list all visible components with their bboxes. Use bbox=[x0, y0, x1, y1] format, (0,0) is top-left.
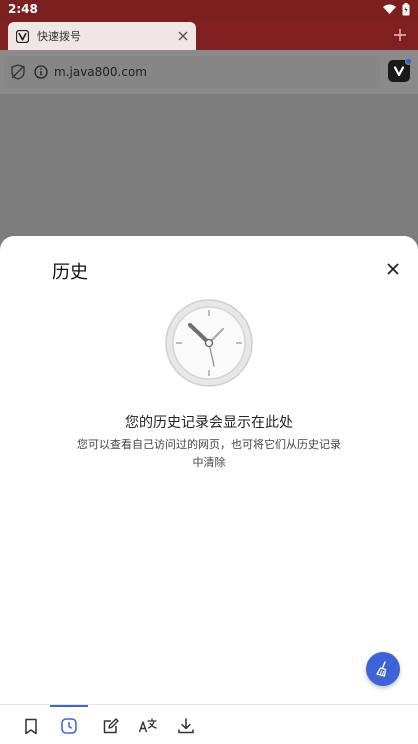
close-icon bbox=[387, 263, 399, 275]
translate-icon bbox=[138, 718, 157, 733]
clear-history-button[interactable] bbox=[366, 652, 400, 686]
empty-state-heading: 您的历史记录会显示在此处 bbox=[125, 415, 293, 431]
battery-icon bbox=[402, 3, 410, 16]
status-bar: 2:48 bbox=[0, 0, 418, 20]
panel-title: 历史 bbox=[52, 262, 88, 283]
vivaldi-logo-icon bbox=[16, 29, 29, 43]
new-tab-button[interactable] bbox=[390, 25, 410, 45]
wifi-icon bbox=[383, 4, 396, 14]
address-field[interactable]: m.java800.com bbox=[4, 56, 380, 88]
tab-strip: 快速拨号 bbox=[0, 20, 418, 50]
page-backdrop bbox=[0, 94, 418, 254]
plus-icon bbox=[394, 29, 406, 41]
status-time: 2:48 bbox=[8, 2, 38, 16]
tab-close-button[interactable] bbox=[172, 25, 194, 47]
history-panel: 历史 您的历史记录会显示在此处 您可以查看自己访问过的网页，也可将它们从历史记录… bbox=[0, 236, 418, 706]
empty-state-description: 您可以查看自己访问过的网页，也可将它们从历史记录中清除 bbox=[77, 438, 341, 469]
bookmark-icon bbox=[25, 718, 37, 734]
history-clock-illustration bbox=[164, 298, 254, 388]
vivaldi-menu-button[interactable] bbox=[388, 58, 412, 82]
notes-icon bbox=[103, 718, 119, 734]
address-bar: m.java800.com bbox=[0, 50, 418, 94]
nav-bookmarks[interactable] bbox=[20, 715, 42, 737]
nav-translate[interactable] bbox=[137, 715, 159, 737]
bottom-nav bbox=[0, 704, 418, 744]
notification-dot bbox=[405, 58, 412, 65]
active-tab-indicator bbox=[50, 705, 88, 707]
status-icons bbox=[383, 3, 410, 16]
vivaldi-icon bbox=[393, 66, 405, 77]
broom-icon bbox=[376, 661, 387, 677]
close-icon bbox=[178, 31, 188, 41]
tab-title: 快速拨号 bbox=[37, 30, 81, 43]
history-icon bbox=[61, 718, 77, 734]
nav-downloads[interactable] bbox=[175, 715, 197, 737]
site-info-icon[interactable] bbox=[34, 65, 48, 79]
nav-history[interactable] bbox=[58, 715, 80, 737]
download-icon bbox=[178, 718, 194, 734]
tab-speed-dial[interactable]: 快速拨号 bbox=[8, 22, 196, 50]
tracker-blocker-shield-icon[interactable] bbox=[10, 64, 26, 80]
clock-icon bbox=[165, 299, 253, 387]
url-text[interactable]: m.java800.com bbox=[54, 65, 147, 79]
panel-close-button[interactable] bbox=[382, 258, 404, 280]
nav-notes[interactable] bbox=[100, 715, 122, 737]
